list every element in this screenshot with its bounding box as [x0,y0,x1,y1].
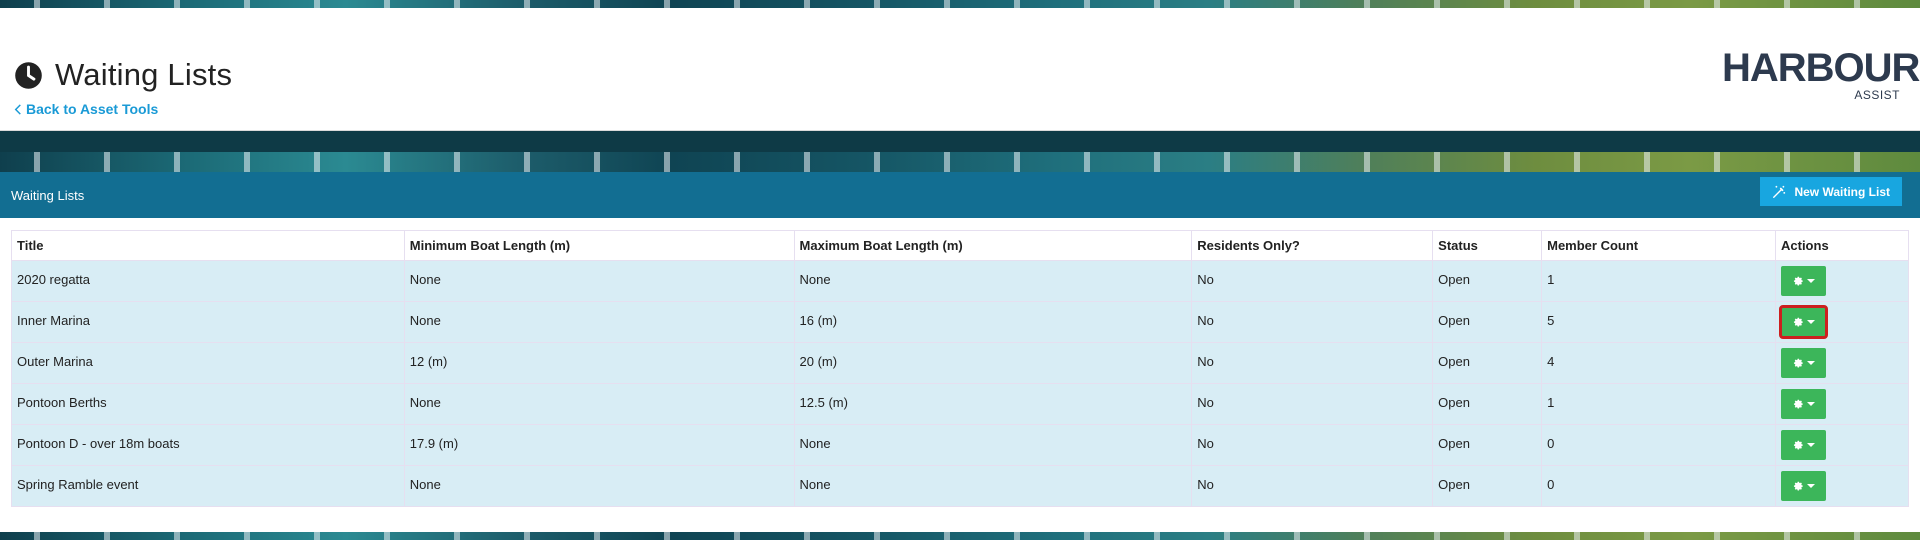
column-header-actions: Actions [1775,230,1909,261]
cell-title: Outer Marina [11,342,405,384]
back-link-label: Back to Asset Tools [26,101,159,117]
cell-member-count: 1 [1541,260,1776,302]
caret-down-icon [1807,361,1815,365]
footer-photo-strip [0,532,1920,540]
gear-icon [1793,440,1803,450]
actions-dropdown-button[interactable] [1781,266,1826,296]
cell-residents-only: No [1191,260,1434,302]
cell-status: Open [1432,260,1543,302]
gear-icon [1793,317,1803,327]
column-header-title[interactable]: Title [11,230,405,261]
cell-status: Open [1432,424,1543,466]
cell-actions [1775,342,1909,384]
cell-member-count: 5 [1541,301,1776,343]
cell-member-count: 0 [1541,465,1776,507]
cell-status: Open [1432,465,1543,507]
table-row: 2020 regatta None None No Open 1 [11,260,1909,302]
caret-down-icon [1807,484,1815,488]
cell-min-length: None [403,383,795,425]
cell-title: 2020 regatta [11,260,405,302]
cell-residents-only: No [1191,301,1434,343]
actions-dropdown-button[interactable] [1779,305,1828,339]
cell-max-length: None [793,260,1193,302]
cell-title: Pontoon D - over 18m boats [11,424,405,466]
actions-dropdown-button[interactable] [1781,471,1826,501]
cell-min-length: None [403,260,795,302]
waiting-lists-panel: Waiting Lists New Waiting List Title Min… [0,172,1920,532]
table-row: Pontoon D - over 18m boats 17.9 (m) None No… [11,424,1909,466]
column-header-min-length[interactable]: Minimum Boat Length (m) [403,230,795,261]
column-header-status[interactable]: Status [1432,230,1543,261]
logo-subtitle: ASSIST [1854,88,1900,102]
column-header-max-length[interactable]: Maximum Boat Length (m) [793,230,1193,261]
gear-icon [1793,276,1803,286]
cell-title: Pontoon Berths [11,383,405,425]
new-waiting-list-label: New Waiting List [1794,184,1890,199]
cell-actions [1775,424,1909,466]
table-row: Inner Marina None 16 (m) No Open 5 [11,301,1909,343]
gear-icon [1793,481,1803,491]
cell-actions [1775,465,1909,507]
cell-max-length: 20 (m) [793,342,1193,384]
header-photo-strip [0,0,1920,8]
cell-member-count: 4 [1541,342,1776,384]
cell-residents-only: No [1191,383,1434,425]
cell-max-length: 12.5 (m) [793,383,1193,425]
cell-max-length: None [793,465,1193,507]
actions-dropdown-button[interactable] [1781,348,1826,378]
caret-down-icon [1807,320,1815,324]
column-header-residents-only[interactable]: Residents Only? [1191,230,1434,261]
cell-title: Inner Marina [11,301,405,343]
table-row: Pontoon Berths None 12.5 (m) No Open 1 [11,383,1909,425]
cell-status: Open [1432,383,1543,425]
caret-down-icon [1807,402,1815,406]
page-title: Waiting Lists [55,57,233,92]
cell-actions [1775,383,1909,425]
cell-max-length: 16 (m) [793,301,1193,343]
cell-actions [1775,301,1909,343]
gear-icon [1793,358,1803,368]
cell-min-length: None [403,465,795,507]
cell-min-length: 12 (m) [403,342,795,384]
clock-icon [15,61,42,89]
cell-member-count: 0 [1541,424,1776,466]
logo-wordmark: HARBOUR [1722,46,1920,90]
table-row: Spring Ramble event None None No Open 0 [11,465,1909,507]
page-title-row: Waiting Lists [14,57,232,93]
caret-down-icon [1807,279,1815,283]
actions-dropdown-button[interactable] [1781,389,1826,419]
cell-status: Open [1432,301,1543,343]
waiting-lists-table: Title Minimum Boat Length (m) Maximum Bo… [11,230,1909,507]
cell-title: Spring Ramble event [11,465,405,507]
actions-dropdown-button[interactable] [1781,430,1826,460]
table-header-row: Title Minimum Boat Length (m) Maximum Bo… [11,230,1909,261]
cell-max-length: None [793,424,1193,466]
chevron-left-icon [14,103,21,115]
new-waiting-list-button[interactable]: New Waiting List [1760,177,1902,206]
back-to-asset-tools-link[interactable]: Back to Asset Tools [14,101,158,117]
harbour-assist-logo: HARBOUR ASSIST [1722,46,1920,102]
cell-min-length: None [403,301,795,343]
panel-header: Waiting Lists New Waiting List [0,172,1920,218]
cell-min-length: 17.9 (m) [403,424,795,466]
table-row: Outer Marina 12 (m) 20 (m) No Open 4 [11,342,1909,384]
panel-title: Waiting Lists [11,187,85,203]
caret-down-icon [1807,443,1815,447]
cell-residents-only: No [1191,342,1434,384]
column-header-member-count[interactable]: Member Count [1541,230,1776,261]
cell-residents-only: No [1191,424,1434,466]
cell-residents-only: No [1191,465,1434,507]
page-header: Waiting Lists Back to Asset Tools HARBOU… [0,8,1920,131]
cell-actions [1775,260,1909,302]
gear-icon [1793,399,1803,409]
cell-member-count: 1 [1541,383,1776,425]
cell-status: Open [1432,342,1543,384]
magic-wand-icon [1773,185,1786,198]
banner-photo-strip [0,152,1920,172]
